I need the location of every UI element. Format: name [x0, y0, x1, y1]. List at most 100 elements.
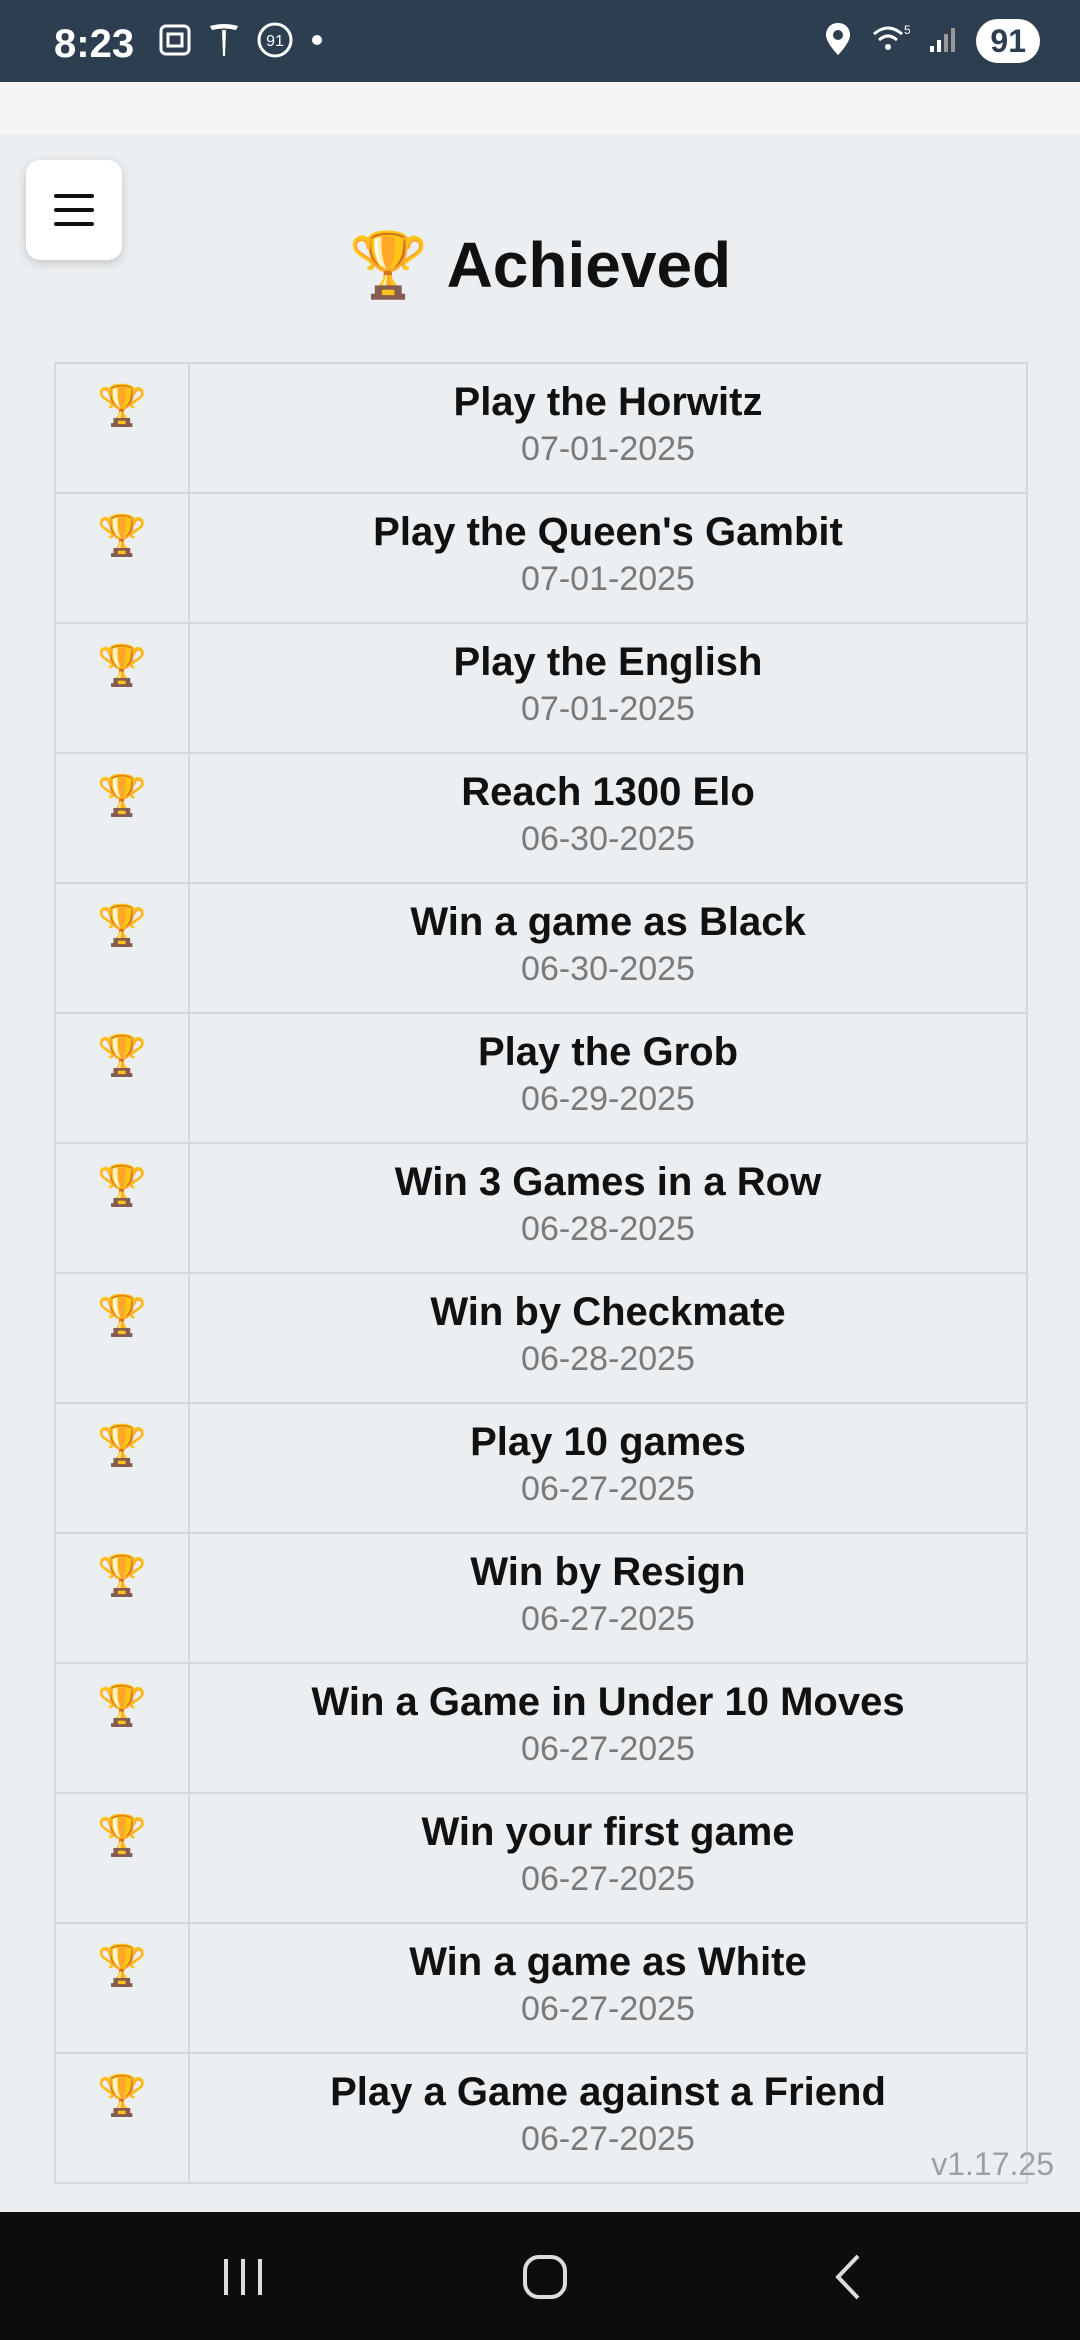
trophy-cell: 🏆 [56, 494, 190, 622]
achievement-date: 07-01-2025 [521, 560, 695, 598]
home-icon[interactable] [505, 2242, 585, 2312]
trophy-cell: 🏆 [56, 1664, 190, 1792]
achievement-cell: Win your first game 06-27-2025 [190, 1794, 1026, 1922]
status-time: 8:23 [54, 22, 135, 66]
achievement-cell: Play the Queen's Gambit 07-01-2025 [190, 494, 1026, 622]
status-icons-right: 5 91 [824, 18, 1040, 64]
achievement-name: Win your first game [421, 1810, 795, 1854]
achievement-name: Play the Queen's Gambit [373, 510, 843, 554]
wifi-label: 5 [904, 23, 910, 37]
location-icon [824, 21, 852, 62]
table-row: 🏆 Play the Horwitz 07-01-2025 [54, 364, 1028, 494]
achievement-name: Win a game as White [409, 1940, 807, 1984]
achievements-table: 🏆 Play the Horwitz 07-01-2025 🏆 Play the… [54, 362, 1028, 2184]
trophy-cell: 🏆 [56, 884, 190, 1012]
dot-icon [310, 33, 324, 52]
achievement-name: Win 3 Games in a Row [394, 1160, 822, 1204]
trophy-icon: 🏆 [97, 904, 147, 948]
version-label: v1.17.25 [931, 2146, 1054, 2182]
trophy-icon: 🏆 [348, 229, 429, 301]
achievement-date: 06-28-2025 [521, 1340, 695, 1378]
battery-indicator: 91 [976, 19, 1040, 63]
achievement-date: 06-27-2025 [521, 1470, 695, 1508]
table-row: 🏆 Play a Game against a Friend 06-27-202… [54, 2054, 1028, 2184]
trophy-icon: 🏆 [97, 1684, 147, 1728]
achievement-name: Play a Game against a Friend [330, 2070, 886, 2114]
trophy-cell: 🏆 [56, 1014, 190, 1142]
browser-strip [0, 82, 1080, 134]
recent-apps-icon[interactable] [203, 2242, 283, 2312]
trophy-icon: 🏆 [97, 1294, 147, 1338]
trophy-icon: 🏆 [97, 1424, 147, 1468]
achievement-name: Win by Checkmate [430, 1290, 786, 1334]
trophy-cell: 🏆 [56, 1144, 190, 1272]
trophy-cell: 🏆 [56, 1274, 190, 1402]
badge-text: 91 [266, 33, 284, 50]
achievement-date: 06-29-2025 [521, 1080, 695, 1118]
table-row: 🏆 Win by Resign 06-27-2025 [54, 1534, 1028, 1664]
achievement-name: Win a game as Black [410, 900, 806, 944]
trophy-icon: 🏆 [97, 774, 147, 818]
back-icon[interactable] [808, 2242, 888, 2312]
achievement-name: Play the Horwitz [453, 380, 763, 424]
achievement-date: 06-27-2025 [521, 1600, 695, 1638]
trophy-cell: 🏆 [56, 1794, 190, 1922]
table-row: 🏆 Win a Game in Under 10 Moves 06-27-202… [54, 1664, 1028, 1794]
trophy-cell: 🏆 [56, 2054, 190, 2182]
trophy-cell: 🏆 [56, 1404, 190, 1532]
table-row: 🏆 Win 3 Games in a Row 06-28-2025 [54, 1144, 1028, 1274]
trophy-icon: 🏆 [97, 1554, 147, 1598]
achievement-date: 06-27-2025 [521, 1860, 695, 1898]
table-row: 🏆 Win your first game 06-27-2025 [54, 1794, 1028, 1924]
achievement-cell: Win a game as White 06-27-2025 [190, 1924, 1026, 2052]
table-row: 🏆 Win by Checkmate 06-28-2025 [54, 1274, 1028, 1404]
achievement-date: 06-30-2025 [521, 950, 695, 988]
trophy-cell: 🏆 [56, 1534, 190, 1662]
achievement-name: Play 10 games [470, 1420, 746, 1464]
trophy-icon: 🏆 [97, 384, 147, 428]
menu-line [54, 208, 94, 212]
screenshot-icon [158, 23, 192, 62]
page-title-text: Achieved [446, 229, 732, 301]
trophy-icon: 🏆 [97, 1944, 147, 1988]
achievement-cell: Play a Game against a Friend 06-27-2025 [190, 2054, 1026, 2182]
menu-line [54, 222, 94, 226]
trophy-icon: 🏆 [97, 1034, 147, 1078]
page-title: 🏆 Achieved [0, 228, 1080, 303]
achievement-date: 07-01-2025 [521, 690, 695, 728]
navigation-bar [0, 2212, 1080, 2340]
achievement-cell: Win 3 Games in a Row 06-28-2025 [190, 1144, 1026, 1272]
trophy-icon: 🏆 [97, 2074, 147, 2118]
achievement-name: Win a Game in Under 10 Moves [311, 1680, 905, 1724]
wifi-icon: 5 [870, 22, 911, 61]
achievement-date: 06-27-2025 [521, 1730, 695, 1768]
trophy-icon: 🏆 [97, 1164, 147, 1208]
table-row: 🏆 Win a game as White 06-27-2025 [54, 1924, 1028, 2054]
trophy-icon: 🏆 [97, 514, 147, 558]
trophy-icon: 🏆 [97, 1814, 147, 1858]
achievement-cell: Reach 1300 Elo 06-30-2025 [190, 754, 1026, 882]
table-row: 🏆 Play the Queen's Gambit 07-01-2025 [54, 494, 1028, 624]
achievement-date: 06-27-2025 [521, 1990, 695, 2028]
trophy-cell: 🏆 [56, 364, 190, 492]
trophy-cell: 🏆 [56, 754, 190, 882]
achievement-date: 06-28-2025 [521, 1210, 695, 1248]
achievement-name: Play the Grob [477, 1030, 739, 1074]
achievement-date: 06-30-2025 [521, 820, 695, 858]
trophy-cell: 🏆 [56, 1924, 190, 2052]
notification-91-icon: 91 [256, 21, 294, 64]
trophy-icon: 🏆 [97, 644, 147, 688]
achievement-cell: Win a Game in Under 10 Moves 06-27-2025 [190, 1664, 1026, 1792]
achievement-cell: Play the Horwitz 07-01-2025 [190, 364, 1026, 492]
table-row: 🏆 Play the Grob 06-29-2025 [54, 1014, 1028, 1144]
status-icons-left: 91 [158, 22, 324, 62]
achievement-cell: Win a game as Black 06-30-2025 [190, 884, 1026, 1012]
table-row: 🏆 Play the English 07-01-2025 [54, 624, 1028, 754]
achievement-date: 06-27-2025 [521, 2120, 695, 2158]
achievement-cell: Win by Resign 06-27-2025 [190, 1534, 1026, 1662]
achievement-date: 07-01-2025 [521, 430, 695, 468]
achievement-name: Play the English [453, 640, 763, 684]
status-bar: 8:23 91 5 91 [0, 0, 1080, 82]
achievement-name: Win by Resign [470, 1550, 746, 1594]
table-row: 🏆 Win a game as Black 06-30-2025 [54, 884, 1028, 1014]
